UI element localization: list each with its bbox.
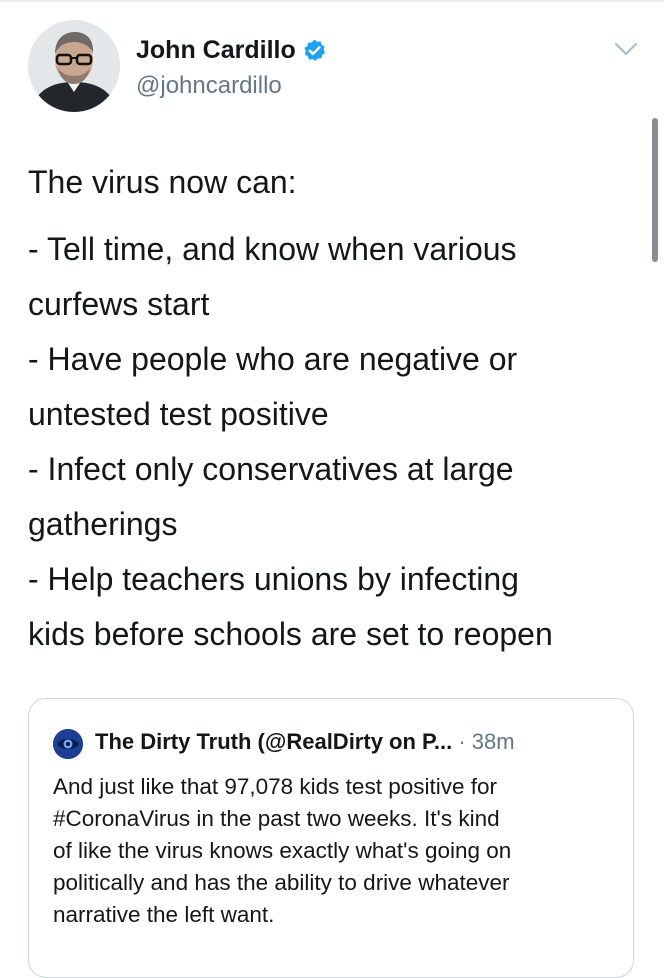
quoted-separator: · bbox=[452, 729, 472, 754]
tweet-line: - Have people who are negative or bbox=[28, 341, 518, 377]
quoted-author-name[interactable]: The Dirty Truth (@RealDirty on P... bbox=[95, 729, 452, 754]
tweet-line: kids before schools are set to reopen bbox=[28, 616, 553, 652]
author-name-row[interactable]: John Cardillo bbox=[136, 35, 327, 65]
avatar[interactable] bbox=[28, 20, 120, 112]
tweet-line: - Tell time, and know when various bbox=[28, 231, 517, 267]
author-name[interactable]: John Cardillo bbox=[136, 35, 296, 65]
quoted-line: And just like that 97,078 kids test posi… bbox=[53, 774, 497, 799]
tweet-text: The virus now can: - Tell time, and know… bbox=[28, 155, 648, 662]
quoted-line: #CoronaVirus in the past two weeks. It's… bbox=[53, 806, 500, 831]
verified-badge-icon bbox=[304, 39, 325, 61]
top-divider bbox=[0, 0, 664, 2]
quoted-timestamp[interactable]: 38m bbox=[472, 729, 515, 754]
chevron-down-icon[interactable] bbox=[611, 38, 641, 60]
quoted-text: And just like that 97,078 kids test posi… bbox=[53, 771, 623, 931]
avatar-photo bbox=[28, 20, 120, 112]
quoted-line: of like the virus knows exactly what's g… bbox=[53, 838, 512, 863]
quoted-author-row[interactable]: The Dirty Truth (@RealDirty on P... · 38… bbox=[95, 727, 515, 757]
quoted-tweet-card[interactable]: The Dirty Truth (@RealDirty on P... · 38… bbox=[28, 698, 634, 978]
quoted-avatar bbox=[53, 729, 83, 759]
tweet-line: - Help teachers unions by infecting bbox=[28, 561, 519, 597]
tweet-line: untested test positive bbox=[28, 396, 329, 432]
tweet-line: - Infect only conservatives at large bbox=[28, 451, 514, 487]
quoted-line: politically and has the ability to drive… bbox=[53, 870, 510, 895]
scrollbar[interactable] bbox=[652, 118, 658, 262]
eye-logo-icon bbox=[53, 729, 83, 759]
tweet-line: curfews start bbox=[28, 286, 210, 322]
author-handle[interactable]: @johncardillo bbox=[136, 72, 282, 100]
quoted-line: narrative the left want. bbox=[53, 902, 275, 927]
tweet-line: gatherings bbox=[28, 506, 178, 542]
tweet-line: The virus now can: bbox=[28, 164, 297, 200]
